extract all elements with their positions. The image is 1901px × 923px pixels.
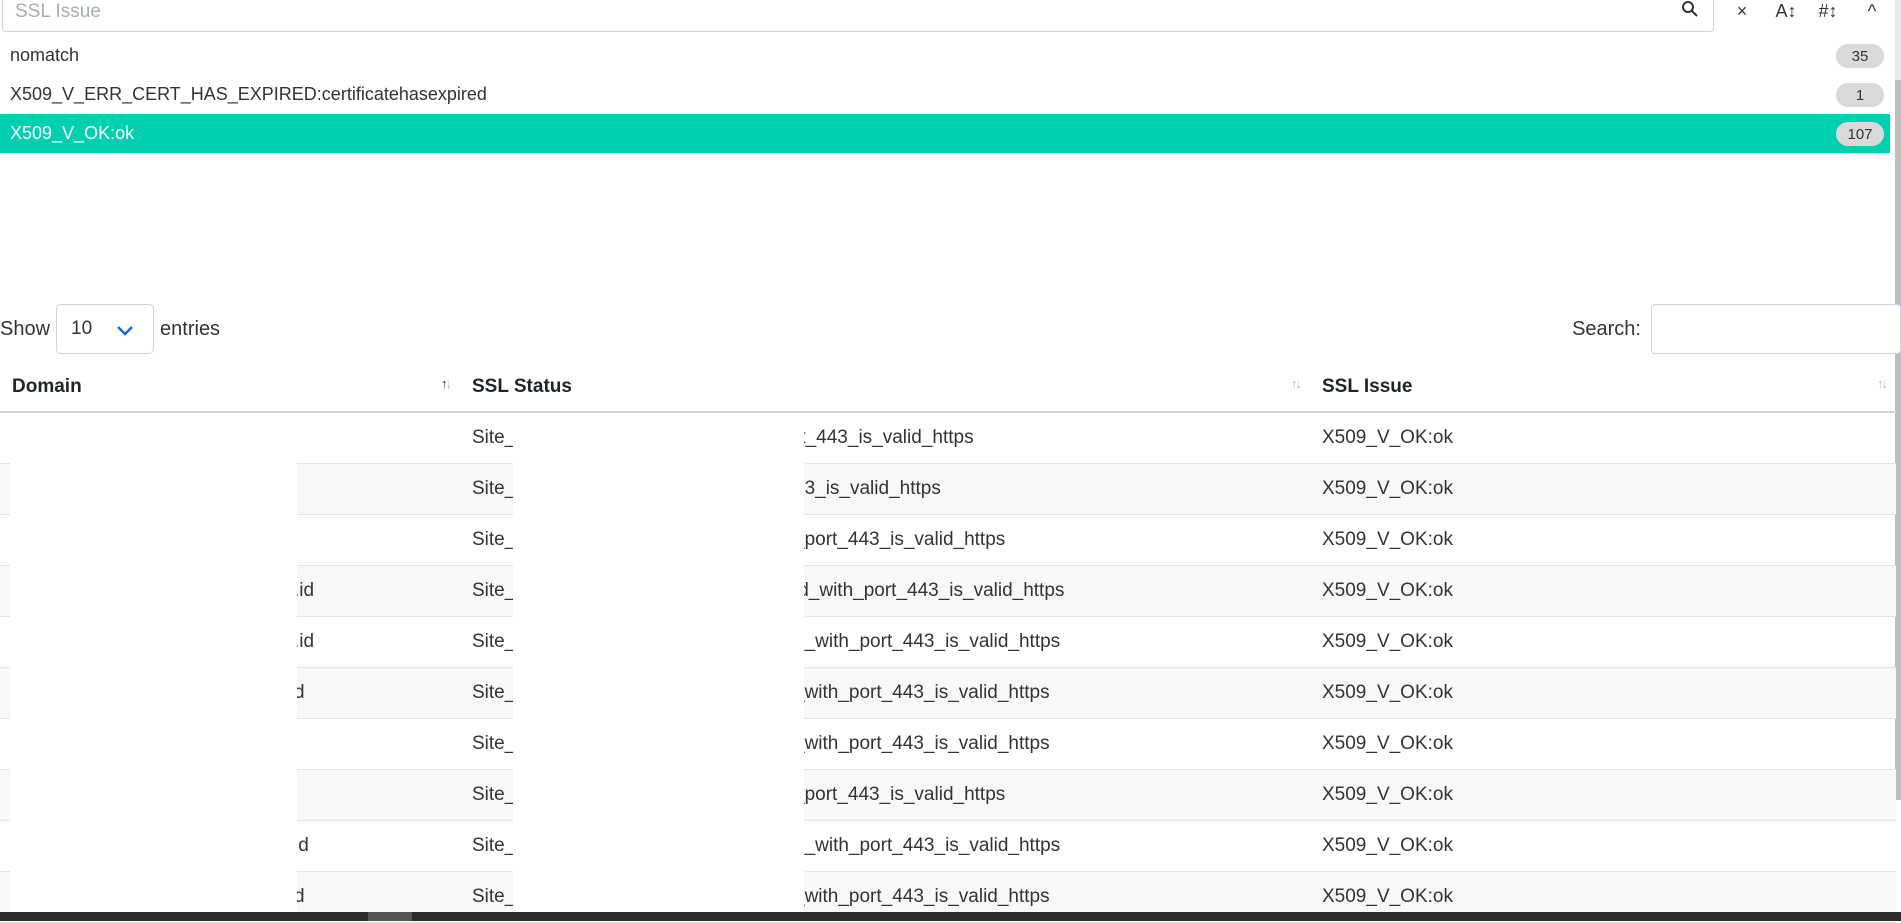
facet-count-badge: 35 <box>1836 44 1884 68</box>
facet-item-label: X509_V_OK:ok <box>10 123 135 143</box>
ssl-issue-cell: X509_V_OK:ok <box>1310 769 1896 821</box>
ssl-issue-cell: X509_V_OK:ok <box>1310 514 1896 566</box>
ssl-issue-cell: X509_V_OK:ok <box>1310 412 1896 464</box>
column-header-ssl-status[interactable]: SSL Status ↑↓ <box>460 362 1310 413</box>
facet-count-badge: 1 <box>1836 83 1884 107</box>
ssl-issue-text: X509_V_OK:ok <box>1322 426 1453 448</box>
ssl-status-suffix: 43_is_valid_https <box>794 477 941 499</box>
ssl-issue-text: X509_V_OK:ok <box>1322 885 1453 907</box>
ssl-issue-cell: X509_V_OK:ok <box>1310 718 1896 770</box>
ssl-issue-text: X509_V_OK:ok <box>1322 834 1453 856</box>
domain-text: .id <box>294 630 315 652</box>
ssl-status-suffix: _with_port_443_is_valid_https <box>794 885 1050 907</box>
ssl-status-suffix: id_with_port_443_is_valid_https <box>794 579 1065 601</box>
facet-search-box[interactable] <box>2 0 1714 32</box>
search-label: Search: <box>1572 317 1641 340</box>
ssl-issue-cell: X509_V_OK:ok <box>1310 565 1896 617</box>
ssl-issue-cell: X509_V_OK:ok <box>1310 667 1896 719</box>
table-search-input[interactable] <box>1651 304 1901 354</box>
column-header-label: SSL Status <box>472 375 572 397</box>
ssl-issue-text: X509_V_OK:ok <box>1322 579 1453 601</box>
column-header-domain[interactable]: Domain ↑↓ <box>0 362 460 413</box>
facet-item-ok-selected[interactable]: X509_V_OK:ok 107 <box>0 114 1890 153</box>
facet-item-label: nomatch <box>10 45 80 65</box>
facet-search-input[interactable] <box>13 0 1663 26</box>
ssl-issue-cell: X509_V_OK:ok <box>1310 616 1896 668</box>
ssl-issue-cell: X509_V_OK:ok <box>1310 463 1896 515</box>
facet-item-cert-expired[interactable]: X509_V_ERR_CERT_HAS_EXPIRED:certificateh… <box>0 75 1890 114</box>
chevron-down-icon <box>115 322 135 336</box>
column-header-ssl-issue[interactable]: SSL Issue ↑↓ <box>1310 362 1896 413</box>
horizontal-scrollbar[interactable] <box>0 912 1901 921</box>
column-header-label: SSL Issue <box>1322 375 1413 397</box>
facet-panel: × A↕ #↕ ^ nomatch 35 X509_V_ERR_CERT_HAS… <box>0 0 1901 300</box>
show-label: Show <box>0 317 51 340</box>
sort-icon: ↑↓ <box>1291 376 1302 391</box>
ssl-issue-text: X509_V_OK:ok <box>1322 528 1453 550</box>
close-icon[interactable]: × <box>1732 0 1752 23</box>
facet-count-badge: 107 <box>1836 122 1884 146</box>
ssl-issue-cell: X509_V_OK:ok <box>1310 820 1896 872</box>
ssl-status-suffix: _port_443_is_valid_https <box>794 528 1006 550</box>
sort-icon: ↑↓ <box>1877 376 1888 391</box>
search-icon[interactable] <box>1681 0 1699 18</box>
redaction-block-status <box>513 414 804 921</box>
ssl-status-suffix: _with_port_443_is_valid_https <box>794 732 1050 754</box>
entries-label: entries <box>160 317 221 340</box>
ssl-issue-text: X509_V_OK:ok <box>1322 783 1453 805</box>
facet-item-label: X509_V_ERR_CERT_HAS_EXPIRED:certificateh… <box>10 84 487 104</box>
page-length-control: Show 10 entries <box>0 304 220 354</box>
domain-text: .id <box>294 579 315 601</box>
facet-list: nomatch 35 X509_V_ERR_CERT_HAS_EXPIRED:c… <box>0 36 1890 153</box>
ssl-issue-text: X509_V_OK:ok <box>1322 732 1453 754</box>
count-sort-toggle-icon[interactable]: #↕ <box>1814 0 1842 23</box>
ssl-issue-text: X509_V_OK:ok <box>1322 681 1453 703</box>
scrollbar-thumb[interactable] <box>368 912 412 921</box>
ssl-status-suffix: d_with_port_443_is_valid_https <box>794 630 1061 652</box>
ssl-issue-text: X509_V_OK:ok <box>1322 630 1453 652</box>
sort-asc-icon: ↑↓ <box>441 376 452 391</box>
ssl-status-suffix: _port_443_is_valid_https <box>794 783 1006 805</box>
ssl-status-suffix: _with_port_443_is_valid_https <box>794 681 1050 703</box>
font-size-toggle-icon[interactable]: A↕ <box>1770 0 1802 23</box>
column-header-label: Domain <box>12 375 82 397</box>
table-header-row: Domain ↑↓ SSL Status ↑↓ SSL Issue ↑↓ <box>0 362 1896 413</box>
page-length-select[interactable]: 10 <box>56 304 155 354</box>
table-search: Search: <box>1572 304 1901 354</box>
facet-item-nomatch[interactable]: nomatch 35 <box>0 36 1890 75</box>
redaction-block-domain <box>10 414 297 921</box>
page-length-value: 10 <box>71 318 93 339</box>
ssl-status-suffix: d_with_port_443_is_valid_https <box>794 834 1061 856</box>
ssl-issue-text: X509_V_OK:ok <box>1322 477 1453 499</box>
collapse-icon[interactable]: ^ <box>1862 0 1882 23</box>
ssl-status-suffix: rt_443_is_valid_https <box>794 427 974 448</box>
